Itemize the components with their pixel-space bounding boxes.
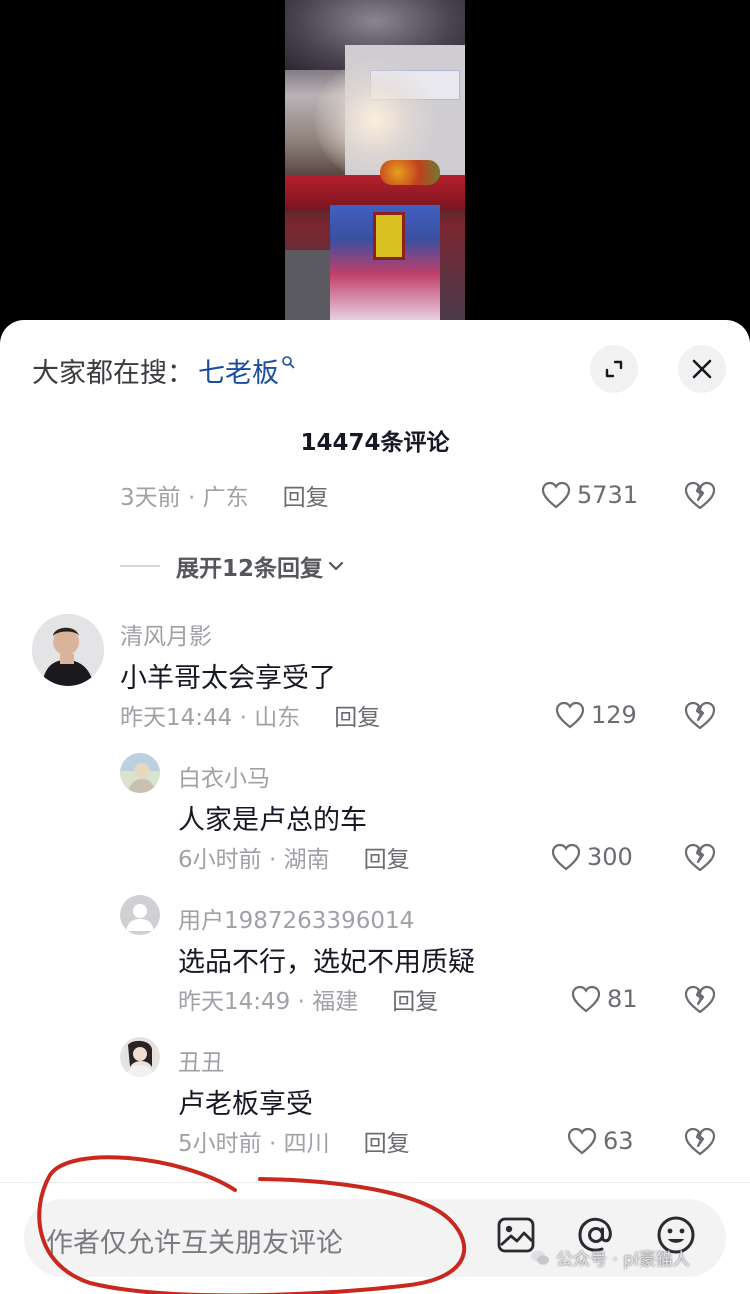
comment-time-location: 5小时前 · 四川 — [178, 1131, 330, 1157]
comment-text[interactable]: 人家是卢总的车 — [178, 798, 367, 837]
like-count: 63 — [603, 1127, 634, 1155]
avatar[interactable] — [120, 1037, 160, 1077]
like-count: 5731 — [577, 481, 639, 509]
heart-icon — [541, 481, 571, 509]
default-user-icon — [120, 895, 160, 935]
reply-button[interactable]: 回复 — [283, 478, 329, 512]
comment-time-location: 6小时前 · 湖南 — [178, 847, 330, 873]
comment-input-area: 作者仅允许互关朋友评论 — [0, 1182, 750, 1294]
comment-sheet: 大家都在搜： 七老板 14474条评论 3天前 · 广东 回复 5731 展开1… — [0, 320, 750, 1294]
like-button[interactable]: 129 — [555, 698, 637, 732]
reply-button[interactable]: 回复 — [364, 840, 410, 874]
heart-icon — [571, 985, 601, 1013]
wechat-icon — [531, 1250, 549, 1265]
comment-text[interactable]: 小羊哥太会享受了 — [120, 656, 336, 695]
dislike-button[interactable] — [684, 1124, 716, 1158]
heart-icon — [551, 843, 581, 871]
comment-time-location: 昨天14:49 · 福建 — [178, 989, 359, 1015]
comment-time-location: 昨天14:44 · 山东 — [120, 705, 301, 731]
watermark: 公众号 · pl豪猫人 — [530, 1245, 690, 1270]
search-suggestion-term[interactable]: 七老板 — [198, 351, 279, 390]
avatar[interactable] — [32, 614, 104, 686]
avatar[interactable] — [120, 895, 160, 935]
close-icon — [692, 359, 712, 379]
broken-heart-icon — [684, 985, 716, 1014]
like-count: 129 — [591, 701, 637, 729]
like-count: 81 — [607, 985, 638, 1013]
comment-text[interactable]: 卢老板享受 — [178, 1082, 313, 1121]
avatar-portrait — [32, 614, 104, 686]
like-button[interactable]: 63 — [567, 1124, 634, 1158]
search-suggestion-label: 大家都在搜： — [32, 357, 194, 389]
comment-time-location: 3天前 · 广东 — [120, 485, 249, 511]
comment-meta: 昨天14:44 · 山东 回复 — [120, 698, 380, 732]
dislike-button[interactable] — [684, 478, 716, 512]
search-icon — [282, 356, 295, 369]
broken-heart-icon — [684, 481, 716, 510]
avatar[interactable] — [120, 753, 160, 793]
comment-meta: 昨天14:49 · 福建 回复 — [178, 982, 438, 1016]
divider — [120, 565, 160, 567]
like-count: 300 — [587, 843, 633, 871]
broken-heart-icon — [684, 1127, 716, 1156]
heart-icon — [555, 701, 585, 729]
comment-text[interactable]: 选品不行，选妃不用质疑 — [178, 940, 475, 979]
heart-icon — [567, 1127, 597, 1155]
search-suggestion[interactable]: 大家都在搜： 七老板 — [32, 350, 295, 390]
like-button[interactable]: 5731 — [541, 478, 638, 512]
reply-button[interactable]: 回复 — [364, 1124, 410, 1158]
comment-meta: 6小时前 · 湖南 回复 — [178, 840, 410, 874]
comment-input-placeholder: 作者仅允许互关朋友评论 — [46, 1228, 343, 1259]
reply-button[interactable]: 回复 — [334, 698, 380, 732]
comment-meta: 5小时前 · 四川 回复 — [178, 1124, 410, 1158]
like-button[interactable]: 300 — [551, 840, 633, 874]
chevron-down-icon — [328, 561, 344, 571]
video-frame — [285, 0, 465, 320]
expand-replies-button[interactable]: 展开12条回复 — [120, 549, 347, 583]
dislike-button[interactable] — [684, 840, 716, 874]
broken-heart-icon — [684, 843, 716, 872]
expand-button[interactable] — [590, 345, 638, 393]
dislike-button[interactable] — [684, 698, 716, 732]
close-button[interactable] — [678, 345, 726, 393]
comment-username[interactable]: 用户1987263396014 — [178, 901, 414, 935]
comment-username[interactable]: 清风月影 — [120, 617, 212, 651]
comment-meta: 3天前 · 广东 回复 — [120, 478, 329, 512]
comment-username[interactable]: 白衣小马 — [178, 759, 270, 793]
reply-button[interactable]: 回复 — [392, 982, 438, 1016]
avatar-portrait — [120, 753, 160, 793]
comment-username[interactable]: 丑丑 — [178, 1043, 224, 1077]
expand-icon — [605, 360, 623, 378]
like-button[interactable]: 81 — [571, 982, 638, 1016]
expand-replies-label: 展开12条回复 — [176, 556, 324, 582]
broken-heart-icon — [684, 701, 716, 730]
watermark-text: 公众号 · pl豪猫人 — [556, 1250, 690, 1270]
video-player[interactable] — [0, 0, 750, 330]
comment-count: 14474条评论 — [300, 430, 450, 456]
avatar-portrait — [120, 1037, 160, 1077]
dislike-button[interactable] — [684, 982, 716, 1016]
